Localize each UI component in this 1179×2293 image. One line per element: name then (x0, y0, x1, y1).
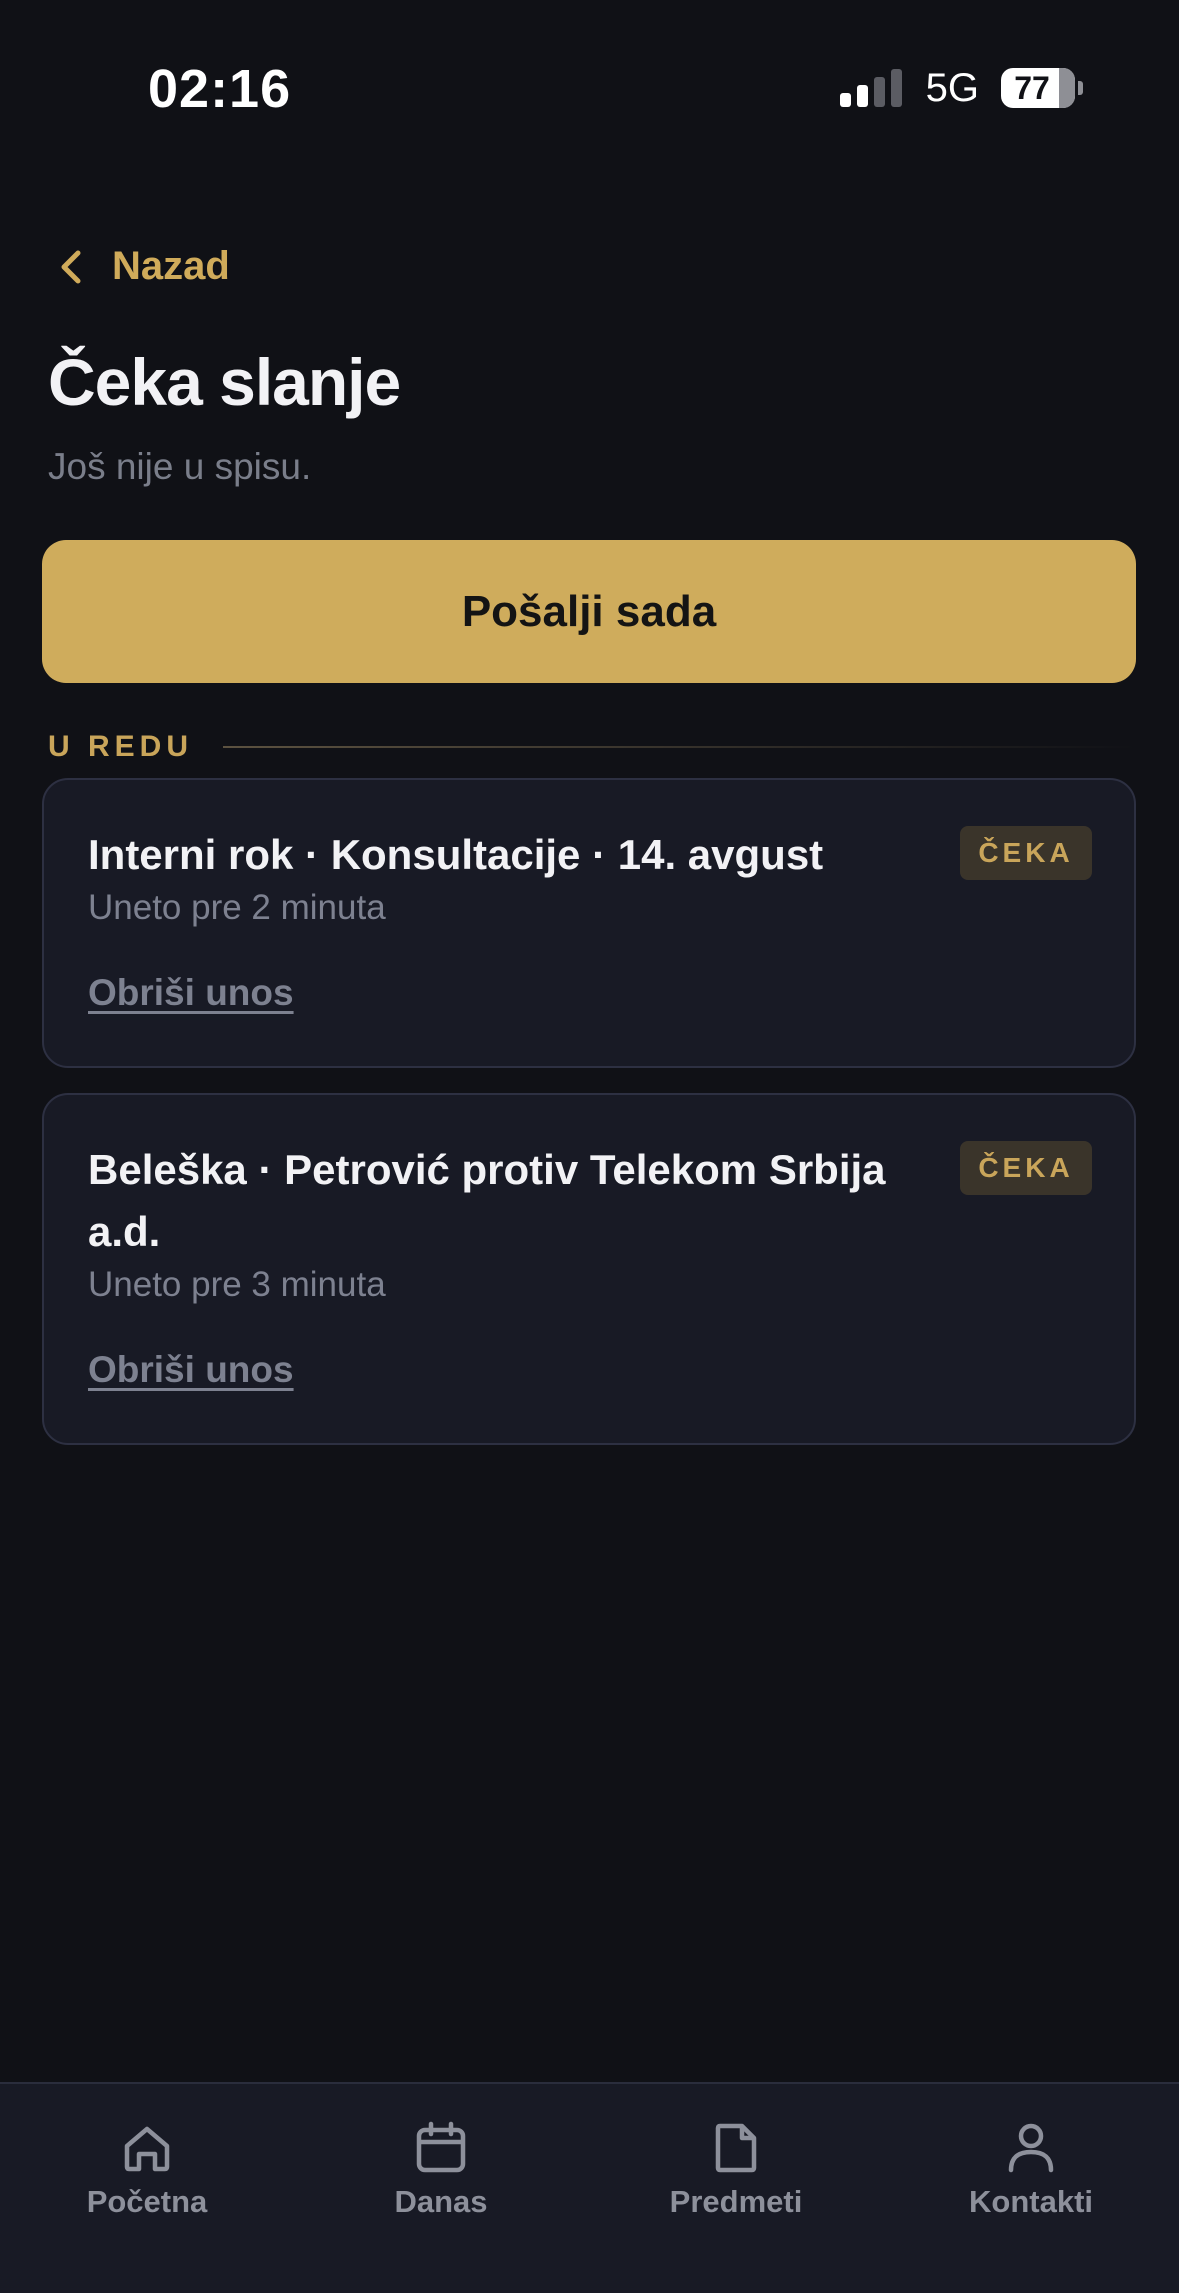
back-button[interactable]: Nazad (56, 244, 230, 289)
tab-label: Kontakti (969, 2184, 1093, 2219)
queue-item-time: Uneto pre 2 minuta (88, 888, 386, 927)
status-badge: ČEKA (960, 826, 1092, 880)
person-icon (1008, 2123, 1054, 2173)
document-icon (715, 2123, 757, 2173)
battery-icon: 77 (1001, 68, 1075, 108)
tab-bar: Početna Danas Predmeti Kontakti (0, 2082, 1179, 2293)
tab-contacts[interactable]: Kontakti (931, 2120, 1131, 2220)
status-badge: ČEKA (960, 1141, 1092, 1195)
chevron-left-icon (61, 250, 81, 283)
battery-cap (1078, 81, 1083, 95)
queue-item-title: Interni rok · Konsultacije · 14. avgust (88, 831, 824, 878)
calendar-icon (416, 2121, 466, 2173)
queue-item-title: Beleška · Petrović protiv Telekom Srbija… (88, 1146, 886, 1255)
network-label: 5G (925, 65, 979, 110)
tab-label: Početna (86, 2184, 208, 2219)
home-icon (124, 2126, 170, 2172)
tab-label: Danas (394, 2184, 488, 2219)
send-now-button[interactable]: Pošalji sada (42, 540, 1136, 683)
delete-entry-link[interactable]: Obriši unos (88, 972, 294, 1014)
queue-item-time: Uneto pre 3 minuta (88, 1265, 386, 1304)
page-subtitle: Još nije u spisu. (48, 446, 312, 487)
section-header: U REDU (48, 730, 1136, 764)
status-indicators: 5G 77 (839, 65, 1083, 110)
signal-icon (839, 69, 902, 107)
screen: 02:16 5G 77 Nazad Čeka slanje Još nije u… (0, 0, 1179, 2293)
delete-entry-link[interactable]: Obriši unos (88, 1349, 294, 1391)
section-label: U REDU (48, 730, 194, 763)
tab-cases[interactable]: Predmeti (636, 2120, 836, 2220)
page-title: Čeka slanje (48, 345, 401, 419)
queue-item: Beleška · Petrović protiv Telekom Srbija… (42, 1093, 1136, 1445)
tab-today[interactable]: Danas (341, 2120, 541, 2220)
tab-label: Predmeti (669, 2184, 803, 2219)
tab-home[interactable]: Početna (47, 2120, 247, 2220)
back-label: Nazad (112, 244, 230, 288)
queue-item: Interni rok · Konsultacije · 14. avgust … (42, 778, 1136, 1068)
section-divider (223, 746, 1136, 748)
status-time: 02:16 (148, 59, 292, 119)
battery-level: 77 (1014, 69, 1050, 106)
